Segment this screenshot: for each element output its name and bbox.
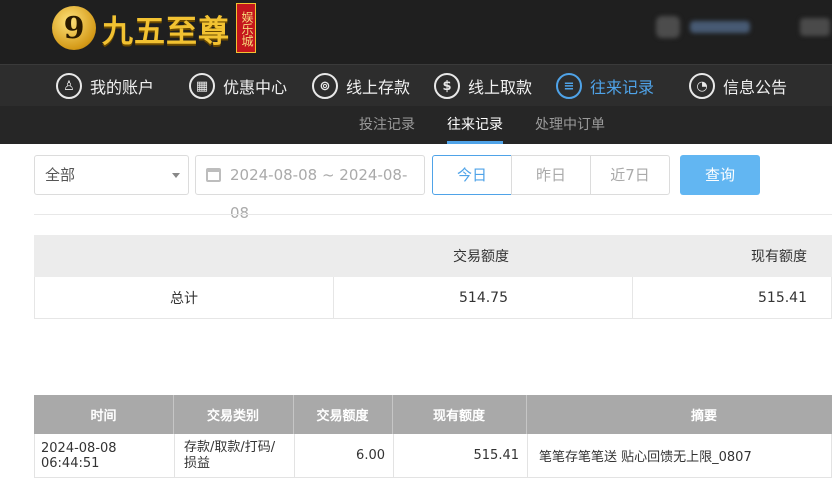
nav-item-label: 往来记录 bbox=[590, 78, 655, 97]
nav-item-label: 线上取款 bbox=[468, 78, 533, 97]
column-divider bbox=[333, 277, 334, 318]
query-button[interactable]: 查询 bbox=[680, 155, 760, 195]
quick-yesterday-button[interactable]: 昨日 bbox=[511, 155, 591, 195]
summary-row: 总计 514.75 515.41 bbox=[34, 277, 832, 319]
cell-time: 2024-08-08 06:44:51 bbox=[41, 440, 117, 471]
brand-seal: 娱乐城 bbox=[236, 3, 256, 53]
col-header-type: 交易类别 bbox=[206, 409, 259, 424]
cell-type: 存款/取款/打码/损益 bbox=[184, 439, 276, 471]
deposit-icon: ⊚ bbox=[312, 73, 338, 99]
col-header-amount: 交易额度 bbox=[316, 409, 369, 424]
column-divider bbox=[174, 434, 175, 477]
calendar-icon bbox=[206, 168, 221, 182]
nav-item-label: 我的账户 bbox=[90, 78, 155, 97]
tab-transaction-records[interactable]: 往来记录 bbox=[447, 106, 503, 144]
summary-table: 交易额度 现有额度 总计 514.75 515.41 bbox=[34, 235, 832, 319]
type-select[interactable]: 全部 bbox=[34, 155, 189, 195]
table-row: 2024-08-08 06:44:51 存款/取款/打码/损益 6.00 515… bbox=[34, 434, 832, 478]
brand-name: 九五至尊 bbox=[102, 13, 230, 50]
nav-item-deposit[interactable]: ⊚ 线上存款 bbox=[312, 65, 410, 107]
nav-item-my-account[interactable]: ♙ 我的账户 bbox=[56, 65, 154, 107]
cell-balance: 515.41 bbox=[473, 448, 520, 463]
divider bbox=[34, 214, 832, 215]
username-redacted bbox=[690, 21, 750, 33]
summary-total-amount: 514.75 bbox=[459, 289, 508, 306]
withdraw-icon: $ bbox=[434, 73, 460, 99]
user-icon: ♙ bbox=[56, 73, 82, 99]
nav-item-label: 优惠中心 bbox=[223, 78, 288, 97]
nav-item-announcements[interactable]: ◔ 信息公告 bbox=[689, 65, 787, 107]
records-table: 时间 交易类别 交易额度 现有额度 摘要 2024-08-08 06:44:51… bbox=[34, 395, 832, 478]
summary-header-balance: 现有额度 bbox=[751, 249, 807, 265]
summary-total-balance: 515.41 bbox=[758, 289, 807, 306]
user-info-redacted bbox=[656, 16, 756, 38]
chevron-down-icon bbox=[172, 173, 180, 178]
nav-item-records[interactable]: ≡ 往来记录 bbox=[556, 65, 654, 107]
cell-note: 笔笔存笔笔送 贴心回馈无上限_0807 bbox=[539, 450, 752, 465]
logo-mark-icon: 9 bbox=[52, 6, 96, 50]
brand-logo[interactable]: 9 九五至尊 娱乐城 bbox=[52, 2, 256, 54]
nav-item-withdraw[interactable]: $ 线上取款 bbox=[434, 65, 532, 107]
column-divider bbox=[527, 434, 528, 477]
summary-header-amount: 交易额度 bbox=[453, 249, 509, 265]
quick-today-button[interactable]: 今日 bbox=[432, 155, 512, 195]
gift-icon: ▦ bbox=[189, 73, 215, 99]
type-select-value: 全部 bbox=[45, 166, 76, 184]
summary-total-label: 总计 bbox=[170, 290, 198, 307]
sub-nav: 投注记录 往来记录 处理中订单 bbox=[0, 106, 832, 144]
col-header-balance: 现有额度 bbox=[432, 409, 485, 424]
column-divider bbox=[632, 277, 633, 318]
cell-amount: 6.00 bbox=[356, 448, 385, 463]
site-header: 9 九五至尊 娱乐城 bbox=[0, 0, 832, 64]
col-header-note: 摘要 bbox=[690, 409, 717, 424]
nav-item-promotions[interactable]: ▦ 优惠中心 bbox=[189, 65, 287, 107]
avatar bbox=[656, 16, 680, 38]
tab-pending-orders[interactable]: 处理中订单 bbox=[535, 106, 605, 144]
records-icon: ≡ bbox=[556, 73, 582, 99]
balance-redacted bbox=[800, 18, 830, 36]
records-header: 时间 交易类别 交易额度 现有额度 摘要 bbox=[34, 395, 832, 434]
main-nav: ♙ 我的账户 ▦ 优惠中心 ⊚ 线上存款 $ 线上取款 ≡ 往来记录 ◔ 信息公… bbox=[0, 64, 832, 106]
summary-header-blank bbox=[34, 235, 332, 277]
quick-7days-button[interactable]: 近7日 bbox=[590, 155, 670, 195]
nav-item-label: 信息公告 bbox=[723, 78, 788, 97]
bell-icon: ◔ bbox=[689, 73, 715, 99]
nav-item-label: 线上存款 bbox=[346, 78, 411, 97]
col-header-time: 时间 bbox=[90, 409, 117, 424]
summary-header: 交易额度 现有额度 bbox=[34, 235, 832, 277]
date-range-input[interactable]: 2024-08-08 ~ 2024-08-08 bbox=[195, 155, 425, 222]
tab-bet-records[interactable]: 投注记录 bbox=[359, 106, 415, 144]
